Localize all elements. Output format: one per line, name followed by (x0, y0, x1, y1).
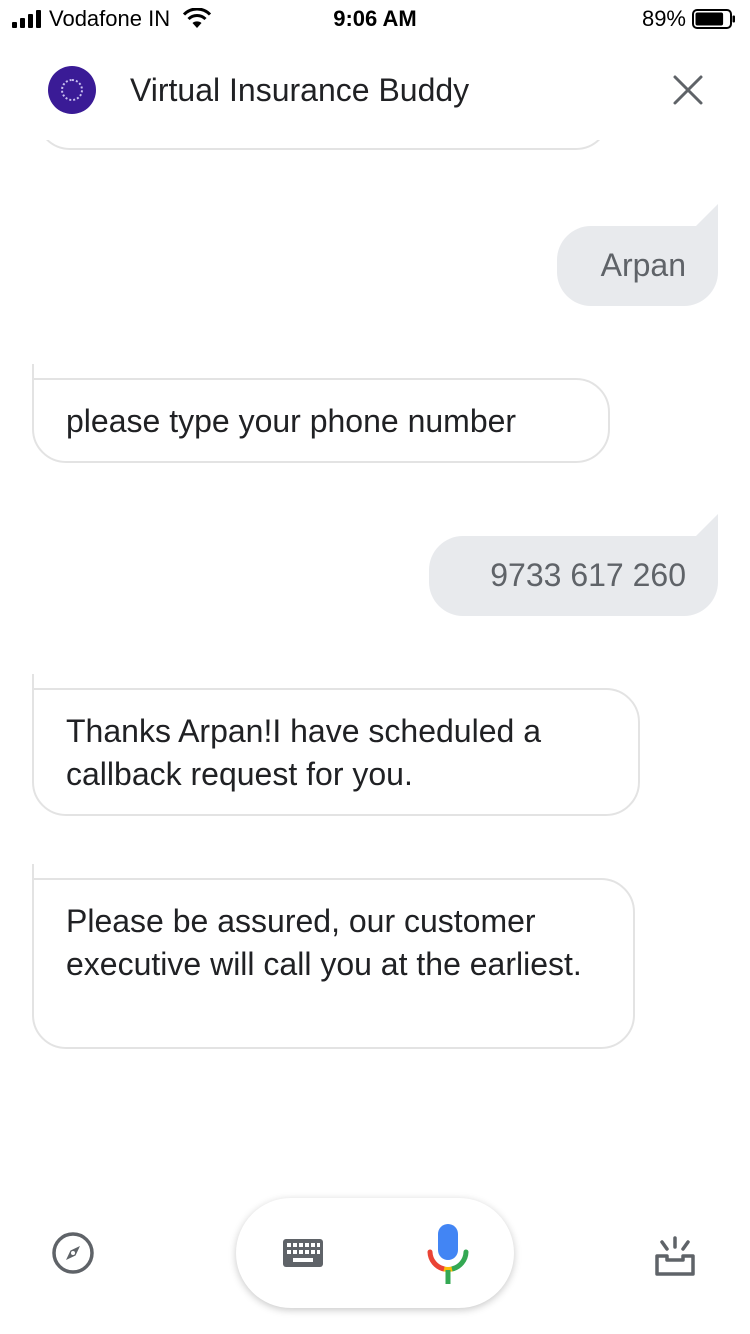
close-button[interactable] (664, 66, 712, 114)
app-header: Virtual Insurance Buddy (0, 40, 750, 140)
wifi-icon (183, 8, 212, 28)
inbox-icon[interactable] (652, 1234, 698, 1278)
message-text: Arpan (600, 247, 686, 283)
page-title: Virtual Insurance Buddy (130, 72, 470, 108)
status-bar: Vodafone IN 9:06 AM 89% (0, 0, 750, 40)
signal-icon (12, 10, 41, 28)
avatar-logo-icon (61, 79, 83, 101)
status-right: 89% (642, 6, 736, 32)
bot-avatar (48, 66, 96, 114)
battery-percent: 89% (641, 6, 686, 31)
close-icon (673, 75, 703, 105)
bot-message-bubble: Please be assured, our customer executiv… (32, 864, 635, 1049)
bot-message-bubble: please type your phone number (32, 364, 610, 463)
bot-message-bubble: Thanks Arpan!I have scheduled a callback… (32, 674, 640, 816)
chat-area[interactable]: Arpan please type your phone number 9733… (0, 100, 750, 1180)
battery-icon (692, 9, 735, 29)
message-text: Please be assured, our customer executiv… (66, 903, 582, 982)
explore-icon[interactable] (50, 1230, 96, 1276)
message-text: please type your phone number (66, 403, 517, 439)
carrier-label: Vodafone IN (49, 6, 171, 31)
microphone-icon[interactable] (426, 1222, 470, 1286)
user-message-bubble: 9733 617 260 (429, 536, 718, 616)
status-left: Vodafone IN (12, 6, 212, 32)
bottom-toolbar (0, 1180, 750, 1334)
keyboard-icon[interactable] (282, 1238, 324, 1268)
message-text: 9733 617 260 (490, 557, 686, 593)
input-mode-pill (236, 1198, 514, 1308)
message-text: Thanks Arpan!I have scheduled a callback… (66, 713, 541, 792)
user-message-bubble: Arpan (557, 226, 718, 306)
